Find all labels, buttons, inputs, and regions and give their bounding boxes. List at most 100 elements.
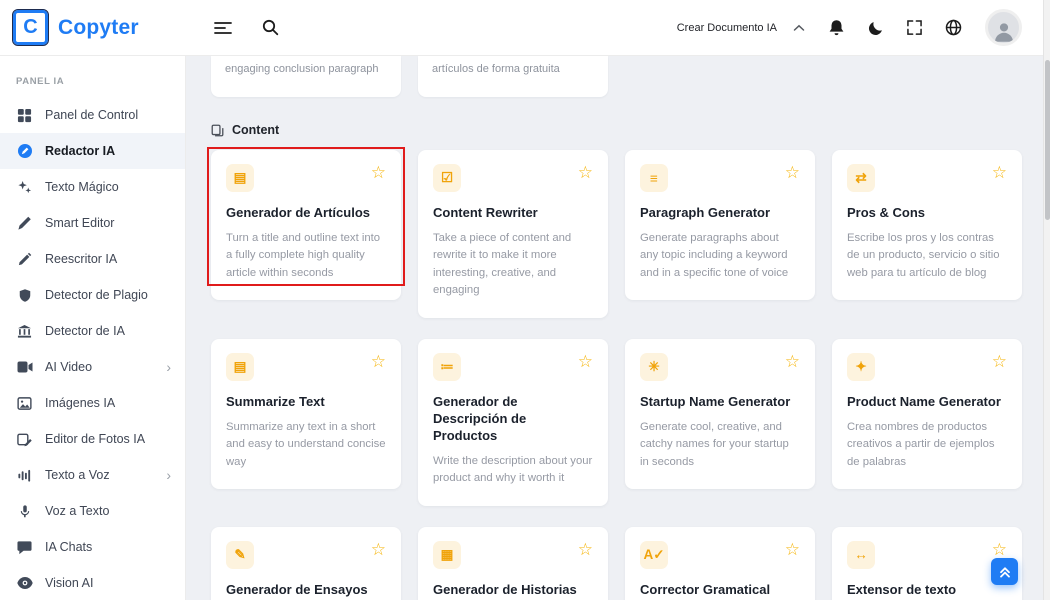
- shield-icon: [16, 288, 33, 303]
- previous-row-cards: engaging conclusion paragraph artículos …: [211, 56, 1050, 97]
- favorite-star-icon[interactable]: ☆: [992, 353, 1007, 370]
- tool-card-partial[interactable]: engaging conclusion paragraph: [211, 56, 401, 97]
- double-chevron-up-icon: [998, 565, 1012, 579]
- card-generador-de-ensayos[interactable]: ✎ ☆ Generador de Ensayos Crea ensayos ac…: [211, 527, 401, 600]
- brand[interactable]: C Copyter: [0, 10, 186, 45]
- tool-card-partial[interactable]: artículos de forma gratuita: [418, 56, 608, 97]
- sidebar-item-texto-a-voz[interactable]: Texto a Voz ›: [0, 457, 185, 493]
- card-title: Generador de Artículos: [226, 205, 386, 222]
- sidebar-item-label: Voz a Texto: [45, 504, 109, 518]
- sidebar-item-label: Redactor IA: [45, 144, 115, 158]
- sidebar-item-vision-ai[interactable]: Vision AI: [0, 565, 185, 600]
- sidebar-section-label: PANEL IA: [0, 72, 185, 97]
- sidebar-item-detector-de-plagio[interactable]: Detector de Plagio: [0, 277, 185, 313]
- card-description: Summarize any text in a short and easy t…: [226, 419, 386, 472]
- eye-icon: [16, 577, 33, 589]
- favorite-star-icon[interactable]: ☆: [371, 164, 386, 181]
- card-pros-cons[interactable]: ⇄ ☆ Pros & Cons Escribe los pros y los c…: [832, 150, 1022, 300]
- section-title: Content: [232, 123, 279, 137]
- sidebar-item-smart-editor[interactable]: Smart Editor: [0, 205, 185, 241]
- microphone-icon: [16, 504, 33, 519]
- favorite-star-icon[interactable]: ☆: [785, 541, 800, 558]
- favorite-star-icon[interactable]: ☆: [785, 353, 800, 370]
- sidebar-item-panel-de-control[interactable]: Panel de Control: [0, 97, 185, 133]
- brand-logo: C: [13, 10, 48, 45]
- favorite-star-icon[interactable]: ☆: [578, 353, 593, 370]
- writer-badge-icon: [16, 143, 33, 159]
- card-paragraph-generator[interactable]: ≡ ☆ Paragraph Generator Generate paragra…: [625, 150, 815, 300]
- card-generador-de-historias[interactable]: ▦ ☆ Generador de Historias Permita que l…: [418, 527, 608, 600]
- search-icon[interactable]: [262, 19, 279, 36]
- scrollbar-thumb[interactable]: [1045, 60, 1050, 220]
- card-description: Turn a title and outline text into a ful…: [226, 230, 386, 283]
- favorite-star-icon[interactable]: ☆: [578, 164, 593, 181]
- brand-logo-letter: C: [23, 16, 37, 39]
- card-title: Generador de Ensayos: [226, 582, 386, 599]
- building-icon: ▦: [433, 541, 461, 569]
- list-icon: ≡: [640, 164, 668, 192]
- favorite-star-icon[interactable]: ☆: [371, 541, 386, 558]
- brand-name: Copyter: [58, 16, 139, 40]
- sidebar-item-label: Panel de Control: [45, 108, 138, 122]
- sidebar-item-editor-de-fotos-ia[interactable]: Editor de Fotos IA: [0, 421, 185, 457]
- document-icon: ▤: [226, 353, 254, 381]
- checkbox-icon: ☑: [433, 164, 461, 192]
- resize-icon[interactable]: [907, 20, 922, 35]
- bell-icon[interactable]: [828, 19, 845, 37]
- card-product-name-generator[interactable]: ✦ ☆ Product Name Generator Crea nombres …: [832, 339, 1022, 489]
- card-title: Extensor de texto: [847, 582, 1007, 599]
- sidebar-item-imagenes-ia[interactable]: Imágenes IA: [0, 385, 185, 421]
- sidebar-item-reescritor-ia[interactable]: Reescritor IA: [0, 241, 185, 277]
- sidebar: PANEL IA Panel de Control Redactor IA Te…: [0, 56, 186, 600]
- card-startup-name-generator[interactable]: ✳ ☆ Startup Name Generator Generate cool…: [625, 339, 815, 489]
- favorite-star-icon[interactable]: ☆: [992, 541, 1007, 558]
- sidebar-item-label: Texto Mágico: [45, 180, 119, 194]
- sidebar-item-texto-magico[interactable]: Texto Mágico: [0, 169, 185, 205]
- document-icon: ▤: [226, 164, 254, 192]
- card-summarize-text[interactable]: ▤ ☆ Summarize Text Summarize any text in…: [211, 339, 401, 489]
- topbar-left-actions: [214, 19, 279, 36]
- card-description: Escribe los pros y los contras de un pro…: [847, 230, 1007, 283]
- card-description: Generate paragraphs about any topic incl…: [640, 230, 800, 283]
- spark-icon: ✳: [640, 353, 668, 381]
- card-corrector-gramatical[interactable]: A✓ ☆ Corrector Gramatical Asegúrese de q…: [625, 527, 815, 600]
- sidebar-item-label: Texto a Voz: [45, 468, 110, 482]
- card-title: Pros & Cons: [847, 205, 1007, 222]
- expand-icon: ↔: [847, 541, 875, 569]
- card-generador-de-articulos[interactable]: ▤ ☆ Generador de Artículos Turn a title …: [211, 150, 401, 300]
- card-generador-de-descripcion-de-productos[interactable]: ≔ ☆ Generador de Descripción de Producto…: [418, 339, 608, 506]
- moon-icon[interactable]: [868, 20, 884, 36]
- video-icon: [16, 360, 33, 374]
- pencil-icon: [16, 252, 33, 267]
- favorite-star-icon[interactable]: ☆: [578, 541, 593, 558]
- chevron-up-icon[interactable]: [793, 24, 805, 32]
- sidebar-item-ia-chats[interactable]: IA Chats: [0, 529, 185, 565]
- card-title: Generador de Descripción de Productos: [433, 394, 593, 445]
- content-section-icon: [211, 124, 224, 137]
- card-title: Summarize Text: [226, 394, 386, 411]
- favorite-star-icon[interactable]: ☆: [992, 164, 1007, 181]
- menu-icon[interactable]: [214, 21, 232, 35]
- sidebar-item-label: Imágenes IA: [45, 396, 115, 410]
- sidebar-item-redactor-ia[interactable]: Redactor IA: [0, 133, 185, 169]
- sidebar-item-ai-video[interactable]: AI Video ›: [0, 349, 185, 385]
- favorite-star-icon[interactable]: ☆: [785, 164, 800, 181]
- pen-icon: [16, 216, 33, 231]
- globe-icon[interactable]: [945, 19, 962, 36]
- card-title: Paragraph Generator: [640, 205, 800, 222]
- card-description: Write the description about your product…: [433, 453, 593, 488]
- avatar[interactable]: [985, 9, 1022, 46]
- chevron-right-icon: ›: [166, 360, 171, 374]
- magic-sparkles-icon: [16, 180, 33, 195]
- card-content-rewriter[interactable]: ☑ ☆ Content Rewriter Take a piece of con…: [418, 150, 608, 318]
- sidebar-item-label: Detector de Plagio: [45, 288, 148, 302]
- create-document-dropdown[interactable]: Crear Documento IA: [677, 22, 805, 34]
- window-scrollbar[interactable]: [1043, 0, 1050, 600]
- scroll-to-top-button[interactable]: [991, 558, 1018, 585]
- card-title: Generador de Historias: [433, 582, 593, 599]
- sidebar-item-detector-de-ia[interactable]: Detector de IA: [0, 313, 185, 349]
- tools-grid: ▤ ☆ Generador de Artículos Turn a title …: [211, 150, 1050, 600]
- favorite-star-icon[interactable]: ☆: [371, 353, 386, 370]
- sidebar-item-voz-a-texto[interactable]: Voz a Texto: [0, 493, 185, 529]
- card-description: Crea nombres de productos creativos a pa…: [847, 419, 1007, 472]
